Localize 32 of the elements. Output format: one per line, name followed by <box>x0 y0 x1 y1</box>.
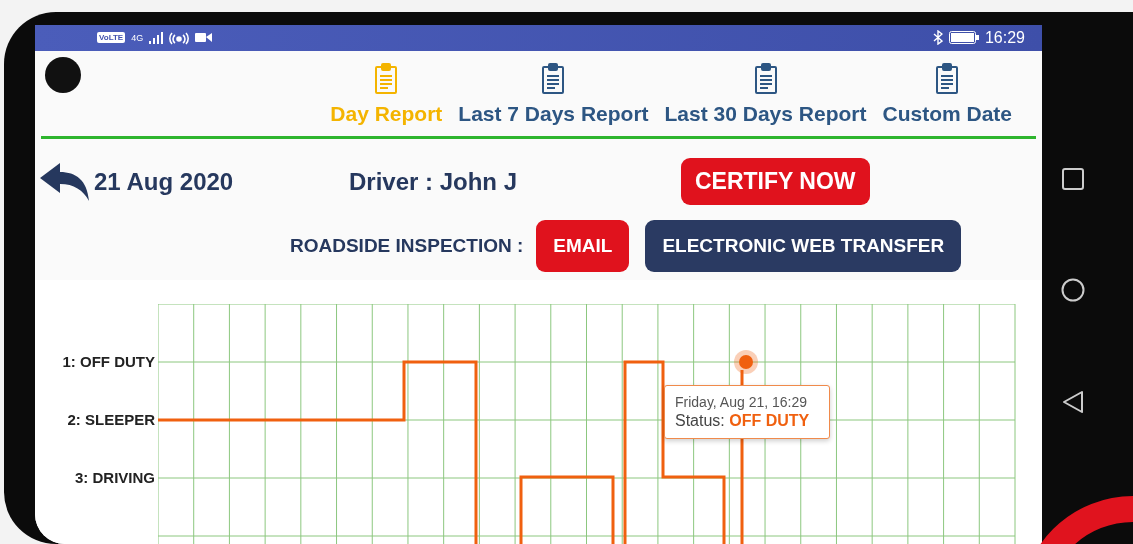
report-tab[interactable]: Last 30 Days Report <box>664 62 867 127</box>
clock-time: 16:29 <box>984 28 1025 47</box>
report-tab[interactable]: Custom Date <box>882 62 1012 127</box>
tooltip-status: Status: OFF DUTY <box>675 412 811 430</box>
back-icon[interactable] <box>1062 390 1084 414</box>
marker-dot[interactable] <box>733 349 759 375</box>
roadside-inspection-label: ROADSIDE INSPECTION : <box>290 235 524 257</box>
back-arrow-icon[interactable] <box>38 161 90 202</box>
report-tab[interactable]: Last 7 Days Report <box>458 62 649 127</box>
signal-icon <box>149 31 164 44</box>
bluetooth-icon <box>932 30 943 46</box>
hotspot-icon <box>169 30 190 45</box>
home-icon[interactable] <box>1061 278 1085 302</box>
recent-apps-icon[interactable] <box>1062 168 1084 190</box>
certify-now-button[interactable]: CERTIFY NOW <box>681 158 870 205</box>
status-row-label: 1: OFF DUTY <box>62 352 155 372</box>
clipboard-icon <box>753 62 778 95</box>
web-transfer-button[interactable]: ELECTRONIC WEB TRANSFER <box>645 220 962 272</box>
volte-badge: VoLTE <box>97 32 126 44</box>
log-date: 21 Aug 2020 <box>94 167 235 196</box>
tooltip-time: Friday, Aug 21, 16:29 <box>675 394 809 410</box>
status-row-label: 2: SLEEPER <box>67 410 155 430</box>
email-button[interactable]: EMAIL <box>536 220 630 272</box>
status-row-label: 3: DRIVING <box>75 468 155 488</box>
battery-icon <box>948 31 979 45</box>
clipboard-icon <box>541 62 566 95</box>
clipboard-icon <box>374 62 399 95</box>
clipboard-icon <box>935 62 960 95</box>
driver-name: Driver : John J <box>349 167 519 196</box>
network-type: 4G <box>131 32 144 43</box>
video-camera-icon <box>195 32 213 44</box>
front-camera <box>45 56 81 93</box>
